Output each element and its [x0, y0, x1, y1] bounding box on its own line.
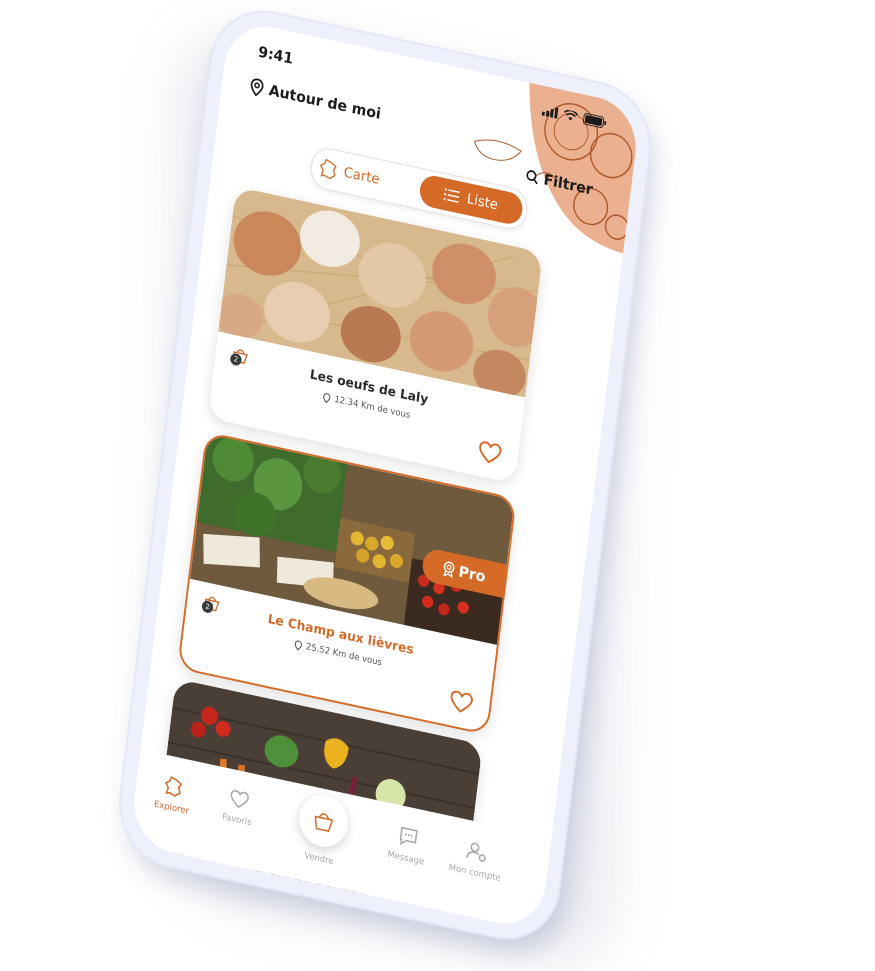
search-icon [526, 170, 539, 185]
nav-account-label: Mon compte [448, 862, 502, 884]
nav-explore[interactable]: Explorer [137, 770, 208, 821]
heart-icon [230, 789, 249, 808]
pro-label: Pro [457, 562, 487, 586]
list-view-tab[interactable]: Liste [418, 173, 525, 227]
producer-card[interactable]: 2 Les oeufs de Laly 12.34 Km de vous [207, 186, 544, 484]
battery-icon [582, 113, 607, 128]
nav-explore-label: Explorer [153, 799, 190, 817]
map-pin-icon [250, 78, 264, 97]
filter-button[interactable]: Filtrer [525, 167, 594, 199]
favorite-heart-icon[interactable] [449, 689, 474, 715]
nav-favorites-label: Favoris [221, 812, 253, 829]
map-view-label: Carte [342, 164, 381, 188]
list-view-label: Liste [466, 191, 499, 214]
filter-label: Filtrer [542, 170, 594, 199]
status-time: 9:41 [257, 42, 295, 68]
france-map-icon [164, 775, 183, 797]
award-icon [442, 561, 455, 579]
map-pin-icon [295, 640, 303, 651]
nav-sell[interactable]: Vendre [285, 790, 359, 871]
user-settings-icon [466, 842, 486, 862]
app-screen: 9:41 Autour de moi Filtrer Carte Liste 2… [128, 18, 642, 932]
map-pin-icon [323, 393, 331, 404]
wifi-icon [564, 109, 579, 121]
basket-icon [314, 813, 334, 832]
map-view-tab[interactable]: Carte [318, 154, 381, 194]
nav-sell-label: Vendre [303, 851, 335, 868]
sell-button[interactable] [296, 790, 351, 852]
nav-favorites[interactable]: Favoris [203, 784, 274, 833]
cellular-signal-icon [541, 106, 559, 119]
nav-messages[interactable]: Message [372, 820, 443, 871]
favorite-heart-icon[interactable] [477, 440, 502, 466]
list-icon [443, 188, 461, 204]
nav-messages-label: Message [386, 849, 425, 868]
status-icons [541, 104, 608, 130]
nav-account[interactable]: Mon compte [441, 835, 512, 886]
france-map-icon [319, 158, 337, 180]
chat-icon [399, 826, 418, 846]
